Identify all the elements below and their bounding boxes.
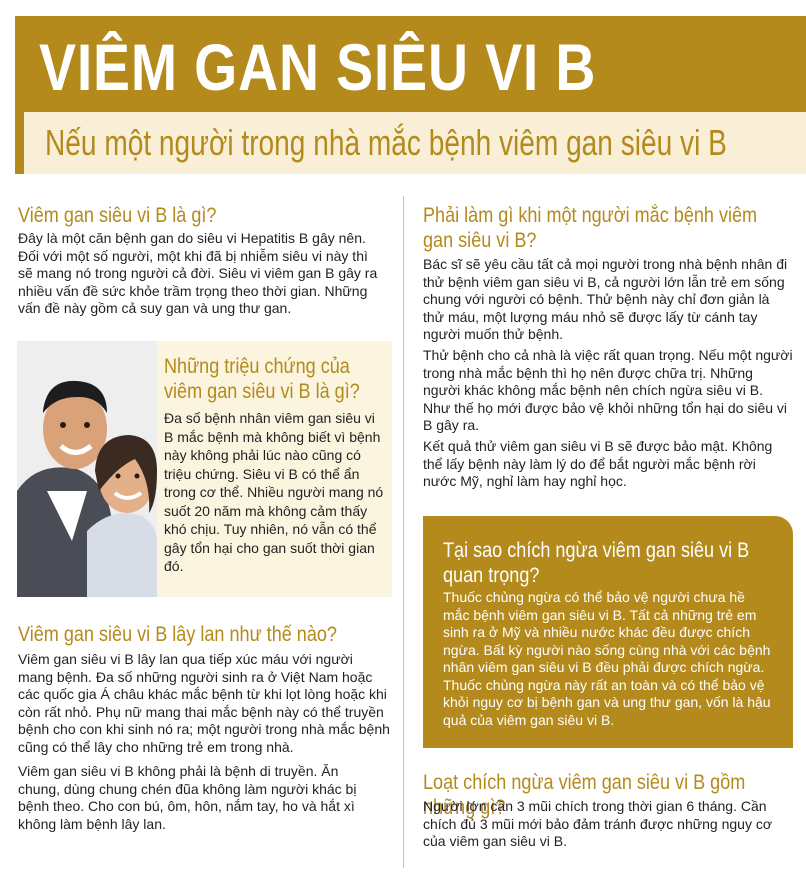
subtitle-banner: Nếu một người trong nhà mắc bệnh viêm ga…	[15, 112, 806, 174]
column-divider	[403, 196, 404, 868]
what-to-do-body-3: Kết quả thử viêm gan siêu vi B sẽ được b…	[423, 438, 773, 489]
why-vaccinate-box: Tại sao chích ngừa viêm gan siêu vi B qu…	[423, 516, 793, 748]
why-vaccinate-body: Thuốc chủng ngừa có thể bảo vệ người chư…	[443, 589, 771, 728]
spread-body-1: Viêm gan siêu vi B lây lan qua tiếp xúc …	[18, 651, 390, 755]
title-banner: VIÊM GAN SIÊU VI B	[15, 16, 806, 112]
what-is-heading: Viêm gan siêu vi B là gì?	[18, 204, 217, 227]
spread-body-2: Viêm gan siêu vi B không phải là bệnh di…	[18, 763, 357, 832]
what-to-do-body-1: Bác sĩ sẽ yêu cầu tất cả mọi người trong…	[423, 256, 788, 342]
page-title: VIÊM GAN SIÊU VI B	[39, 30, 597, 104]
why-vaccinate-heading: Tại sao chích ngừa viêm gan siêu vi B qu…	[443, 539, 750, 587]
what-is-body: Đây là một căn bệnh gan do siêu vi Hepat…	[18, 230, 378, 316]
couple-photo-icon	[17, 341, 157, 597]
symptoms-body: Đa số bệnh nhân viêm gan siêu vi B mắc b…	[164, 410, 384, 574]
what-to-do-body-2: Thử bệnh cho cả nhà là việc rất quan trọ…	[423, 347, 793, 433]
page-subtitle: Nếu một người trong nhà mắc bệnh viêm ga…	[45, 122, 727, 163]
symptoms-box: Những triệu chứng của viêm gan siêu vi B…	[17, 341, 392, 597]
symptoms-heading: Những triệu chứng của viêm gan siêu vi B…	[164, 355, 360, 403]
what-to-do-heading: Phải làm gì khi một người mắc bệnh viêm …	[423, 204, 758, 252]
subtitle-accent-bar	[15, 112, 24, 174]
series-body: Người lớn cần 3 mũi chích trong thời gia…	[423, 798, 773, 849]
spread-heading: Viêm gan siêu vi B lây lan như thế nào?	[18, 623, 337, 646]
